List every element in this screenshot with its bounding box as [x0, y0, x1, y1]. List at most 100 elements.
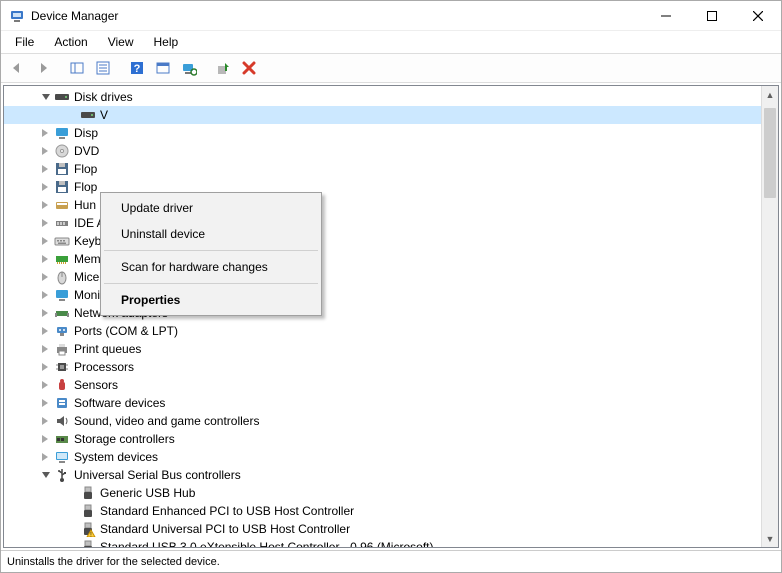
tree-node-label: Storage controllers [74, 430, 175, 448]
tree-node[interactable]: DVD [4, 142, 761, 160]
tree-node-label: Hun [74, 196, 96, 214]
expand-icon[interactable] [38, 378, 52, 392]
hid-icon [54, 197, 70, 213]
usb-dev-icon [80, 503, 96, 519]
context-menu-item[interactable]: Update driver [103, 195, 319, 221]
scan-hardware-button[interactable] [177, 56, 201, 80]
sound-icon [54, 413, 70, 429]
collapse-icon[interactable] [38, 468, 52, 482]
back-button[interactable] [5, 56, 29, 80]
tree-node[interactable]: V [4, 106, 761, 124]
expand-icon[interactable] [38, 360, 52, 374]
expand-icon[interactable] [38, 162, 52, 176]
tree-node[interactable]: !Standard Universal PCI to USB Host Cont… [4, 520, 761, 538]
context-menu-item[interactable]: Properties [103, 287, 319, 313]
close-button[interactable] [735, 1, 781, 30]
tree-node-label: V [100, 106, 108, 124]
uninstall-device-button[interactable] [237, 56, 261, 80]
context-menu: Update driverUninstall device Scan for ha… [100, 192, 322, 316]
device-tree[interactable]: Disk drivesVDispDVDFlopFlopHunIDE ATA/AT… [4, 86, 761, 547]
memory-icon [54, 251, 70, 267]
usb-warn-icon: ! [80, 521, 96, 537]
expand-icon[interactable] [38, 144, 52, 158]
expand-icon[interactable] [38, 450, 52, 464]
display-icon [54, 125, 70, 141]
status-text: Uninstalls the driver for the selected d… [7, 556, 220, 568]
expand-icon[interactable] [38, 126, 52, 140]
tree-node[interactable]: Standard Enhanced PCI to USB Host Contro… [4, 502, 761, 520]
tree-node[interactable]: Generic USB Hub [4, 484, 761, 502]
update-driver-button[interactable] [211, 56, 235, 80]
expand-icon[interactable] [38, 198, 52, 212]
expand-icon[interactable] [38, 342, 52, 356]
properties-button[interactable] [91, 56, 115, 80]
usb-icon [54, 467, 70, 483]
scroll-down-arrow[interactable]: ▼ [762, 530, 778, 547]
tree-node[interactable]: Software devices [4, 394, 761, 412]
tree-node-label: Flop [74, 160, 97, 178]
tree-node-label: Software devices [74, 394, 165, 412]
tree-node-label: Sound, video and game controllers [74, 412, 259, 430]
menu-view[interactable]: View [100, 33, 142, 51]
minimize-button[interactable] [643, 1, 689, 30]
context-menu-item[interactable]: Scan for hardware changes [103, 254, 319, 280]
scroll-up-arrow[interactable]: ▲ [762, 86, 778, 103]
tree-node[interactable]: Disk drives [4, 88, 761, 106]
expand-icon[interactable] [38, 396, 52, 410]
expand-icon[interactable] [38, 414, 52, 428]
tree-node[interactable]: Sound, video and game controllers [4, 412, 761, 430]
maximize-button[interactable] [689, 1, 735, 30]
port-icon [54, 323, 70, 339]
content-area: Disk drivesVDispDVDFlopFlopHunIDE ATA/AT… [3, 85, 779, 548]
expand-icon[interactable] [38, 432, 52, 446]
app-icon [9, 8, 25, 24]
title-bar: Device Manager [1, 1, 781, 31]
tree-node-label: Standard Universal PCI to USB Host Contr… [100, 520, 350, 538]
show-hide-tree-button[interactable] [65, 56, 89, 80]
tree-node[interactable]: Standard USB 3.0 eXtensible Host Control… [4, 538, 761, 547]
tree-node[interactable]: Print queues [4, 340, 761, 358]
scroll-thumb[interactable] [764, 108, 776, 198]
system-icon [54, 449, 70, 465]
tree-node[interactable]: Storage controllers [4, 430, 761, 448]
window-title: Device Manager [31, 9, 643, 23]
tree-node[interactable]: Flop [4, 160, 761, 178]
expand-icon[interactable] [38, 234, 52, 248]
expand-icon[interactable] [38, 306, 52, 320]
menu-bar: File Action View Help [1, 31, 781, 53]
expand-icon[interactable] [38, 252, 52, 266]
printer-icon [54, 341, 70, 357]
tree-node-label: Standard USB 3.0 eXtensible Host Control… [100, 538, 433, 547]
tree-node-label: Ports (COM & LPT) [74, 322, 178, 340]
tree-node[interactable]: Sensors [4, 376, 761, 394]
sensor-icon [54, 377, 70, 393]
context-menu-separator [104, 283, 318, 284]
menu-help[interactable]: Help [146, 33, 187, 51]
floppy-icon [54, 161, 70, 177]
tree-node[interactable]: Universal Serial Bus controllers [4, 466, 761, 484]
software-icon [54, 395, 70, 411]
expand-icon[interactable] [38, 288, 52, 302]
tree-node[interactable]: Disp [4, 124, 761, 142]
expand-icon[interactable] [38, 180, 52, 194]
context-menu-item[interactable]: Uninstall device [103, 221, 319, 247]
menu-action[interactable]: Action [46, 33, 95, 51]
svg-text:?: ? [134, 63, 141, 75]
expand-icon[interactable] [38, 324, 52, 338]
tree-node[interactable]: Ports (COM & LPT) [4, 322, 761, 340]
hdd-icon [80, 107, 96, 123]
menu-file[interactable]: File [7, 33, 42, 51]
expand-icon[interactable] [38, 216, 52, 230]
forward-button[interactable] [31, 56, 55, 80]
action-button[interactable] [151, 56, 175, 80]
vertical-scrollbar[interactable]: ▲ ▼ [761, 86, 778, 547]
collapse-icon[interactable] [38, 90, 52, 104]
help-button[interactable]: ? [125, 56, 149, 80]
tree-node[interactable]: Processors [4, 358, 761, 376]
tree-node[interactable]: System devices [4, 448, 761, 466]
tree-node-label: Sensors [74, 376, 118, 394]
keyboard-icon [54, 233, 70, 249]
device-manager-window: Device Manager File Action View Help ? D… [0, 0, 782, 573]
monitor-icon [54, 287, 70, 303]
expand-icon[interactable] [38, 270, 52, 284]
